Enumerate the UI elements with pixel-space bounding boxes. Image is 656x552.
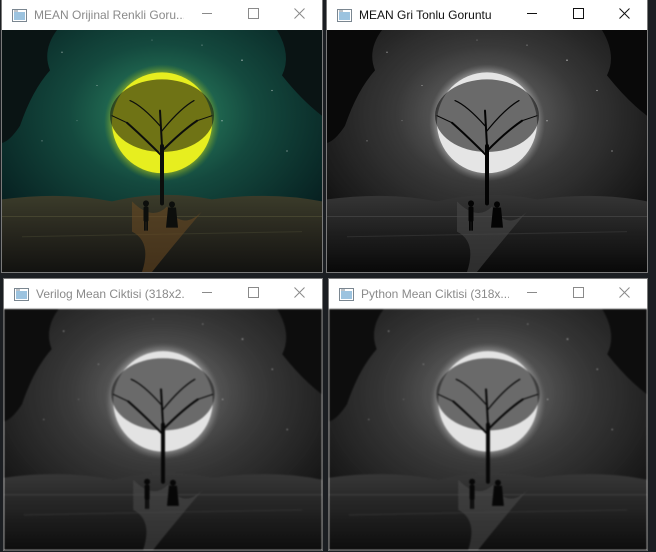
window-title: MEAN Orijinal Renkli Goru...	[34, 8, 184, 22]
close-icon	[293, 285, 305, 303]
window-title: MEAN Gri Tonlu Goruntu	[359, 8, 492, 22]
image-original-color	[2, 30, 322, 272]
minimize-button[interactable]	[509, 279, 555, 309]
minimize-button[interactable]	[509, 0, 555, 30]
image-verilog-mean	[4, 309, 322, 550]
image-python-mean	[329, 309, 647, 550]
window-titlebar[interactable]: MEAN Orijinal Renkli Goru...	[2, 0, 322, 30]
maximize-icon	[247, 285, 259, 303]
maximize-icon	[572, 6, 584, 24]
close-button[interactable]	[276, 279, 322, 309]
maximize-button[interactable]	[230, 0, 276, 30]
image-grayscale	[327, 30, 647, 272]
close-icon	[618, 6, 630, 24]
window-titlebar[interactable]: Verilog Mean Ciktisi (318x2...	[4, 279, 322, 309]
window-app-icon	[338, 287, 354, 301]
window-original-color[interactable]: MEAN Orijinal Renkli Goru...	[2, 0, 322, 272]
minimize-icon	[201, 285, 213, 303]
window-app-icon	[13, 287, 29, 301]
window-app-icon	[11, 8, 27, 22]
minimize-icon	[526, 6, 538, 24]
close-icon	[618, 285, 630, 303]
minimize-button[interactable]	[184, 0, 230, 30]
close-icon	[293, 6, 305, 24]
window-title: Python Mean Ciktisi (318x...	[361, 287, 509, 301]
maximize-button[interactable]	[230, 279, 276, 309]
window-title: Verilog Mean Ciktisi (318x2...	[36, 287, 184, 301]
minimize-button[interactable]	[184, 279, 230, 309]
maximize-icon	[247, 6, 259, 24]
minimize-icon	[526, 285, 538, 303]
window-app-icon	[336, 8, 352, 22]
minimize-icon	[201, 6, 213, 24]
window-verilog-mean[interactable]: Verilog Mean Ciktisi (318x2...	[4, 279, 322, 550]
maximize-icon	[572, 285, 584, 303]
maximize-button[interactable]	[555, 0, 601, 30]
window-grayscale[interactable]: MEAN Gri Tonlu Goruntu	[327, 0, 647, 272]
close-button[interactable]	[601, 0, 647, 30]
close-button[interactable]	[276, 0, 322, 30]
close-button[interactable]	[601, 279, 647, 309]
window-python-mean[interactable]: Python Mean Ciktisi (318x...	[329, 279, 647, 550]
maximize-button[interactable]	[555, 279, 601, 309]
window-titlebar[interactable]: MEAN Gri Tonlu Goruntu	[327, 0, 647, 30]
window-titlebar[interactable]: Python Mean Ciktisi (318x...	[329, 279, 647, 309]
